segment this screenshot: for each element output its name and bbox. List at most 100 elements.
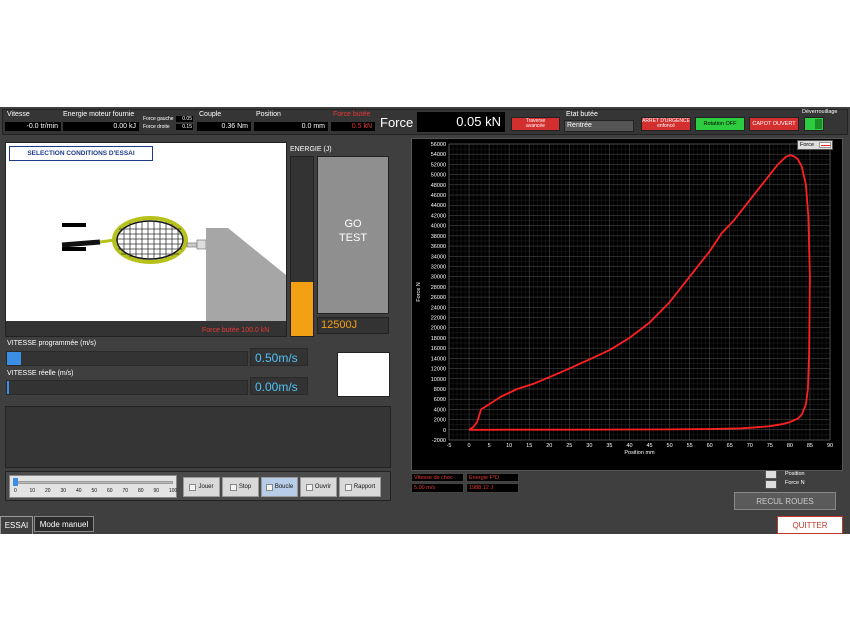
x-tick-label: 20 [546, 443, 552, 449]
x-tick-label: 15 [526, 443, 532, 449]
y-tick-label: 52000 [431, 162, 446, 168]
energie-gauge [290, 156, 314, 337]
slider-tick-label: 30 [60, 488, 67, 494]
status-indicator-box [337, 352, 390, 397]
recul-roues-button[interactable]: RECUL ROUES [734, 492, 836, 510]
x-tick-label: 10 [506, 443, 512, 449]
stop-button[interactable]: Stop [222, 477, 259, 497]
position-label: Position [256, 111, 281, 118]
go-test-line1: GO [344, 218, 362, 230]
deverrouillage-toggle[interactable] [804, 117, 824, 131]
x-tick-label: 30 [586, 443, 592, 449]
traverse-button[interactable]: Traverse avancée [511, 117, 560, 131]
x-tick-label: 0 [468, 443, 471, 449]
y-tick-label: 56000 [431, 142, 446, 148]
vitesse-prog-label: VITESSE programmée (m/s) [7, 340, 97, 347]
couple-value: 0.36 Nm [197, 122, 251, 131]
boucle-label: Boucle [274, 484, 294, 490]
slider-tick-label: 100 [169, 488, 178, 494]
x-axis-label: Position mm [624, 450, 655, 456]
traverse-line2: avancée [526, 123, 545, 129]
position-cursor-icon[interactable] [765, 470, 777, 479]
capot-indicator: CAPOT OUVERT [749, 117, 799, 131]
x-tick-label: 85 [807, 443, 813, 449]
force-label: Force [380, 115, 414, 130]
x-tick-label: 55 [687, 443, 693, 449]
etat-butee-value: Rentrée [564, 120, 634, 132]
chart-legend-force: Force [797, 140, 833, 150]
y-tick-label: 10000 [431, 377, 446, 383]
force-droite-value: 0.15 [176, 124, 193, 130]
tab-essai[interactable]: ESSAI [0, 516, 33, 534]
x-tick-label: 70 [747, 443, 753, 449]
force-cursor-icon[interactable] [765, 480, 777, 489]
boucle-button[interactable]: Boucle [261, 477, 298, 497]
vitesse-reelle-value: 0.00m/s [250, 377, 308, 395]
y-tick-label: 8000 [434, 387, 446, 393]
tab-mode-manuel[interactable]: Mode manuel [34, 516, 94, 532]
folder-icon [305, 483, 313, 491]
arret-urgence-line2: enfoncé [657, 123, 675, 129]
vitesse-prog-fill [7, 352, 22, 365]
energie-moteur-value: 0.00 kJ [63, 122, 139, 131]
x-tick-label: 25 [566, 443, 572, 449]
slider-tick-label: 10 [29, 488, 36, 494]
rotation-button[interactable]: Rotation OFF [695, 117, 745, 131]
legend-position-label: Position [785, 471, 805, 477]
message-area [5, 406, 391, 468]
ouvrir-button[interactable]: Ouvrir [300, 477, 337, 497]
x-tick-label: 60 [707, 443, 713, 449]
ouvrir-label: Ouvrir [314, 484, 332, 490]
deverrouillage-label: Déverrouillage [802, 109, 838, 115]
scene-caption: Force butée 100.0 kN [202, 327, 270, 334]
quitter-button[interactable]: QUITTER [777, 516, 843, 534]
vitesse-choc-value: 5.00 m/s [411, 483, 464, 493]
y-tick-label: 54000 [431, 152, 446, 158]
energie-value: 12500J [317, 317, 389, 334]
y-tick-label: 22000 [431, 316, 446, 322]
force-value: 0.05 kN [417, 112, 505, 132]
y-tick-label: -2000 [432, 438, 446, 444]
y-tick-label: 26000 [431, 295, 446, 301]
force-butee-value: 0.5 kN [331, 122, 375, 131]
y-tick-label: 20000 [431, 326, 446, 332]
racket-scene [6, 216, 286, 336]
go-test-line2: TEST [338, 232, 368, 244]
y-tick-label: 0 [443, 428, 446, 434]
y-tick-label: 36000 [431, 244, 446, 250]
vitesse-reelle-bar [6, 380, 248, 395]
y-tick-label: 50000 [431, 173, 446, 179]
force-gauche-value: 0.05 [176, 116, 193, 122]
y-tick-label: 14000 [431, 356, 446, 362]
y-tick-label: 48000 [431, 183, 446, 189]
report-icon [344, 483, 352, 491]
slider-tick-label: 90 [153, 488, 160, 494]
slider-tick-label: 20 [45, 488, 51, 494]
y-tick-label: 40000 [431, 224, 446, 230]
x-tick-label: 75 [767, 443, 773, 449]
vitesse-value: -0.0 tr/min [5, 122, 61, 131]
y-tick-label: 28000 [431, 285, 446, 291]
slider-tick-label: 60 [107, 488, 113, 494]
y-tick-label: 16000 [431, 346, 446, 352]
jouer-button[interactable]: Jouer [183, 477, 220, 497]
force-butee-label: Force butée [333, 111, 371, 118]
vitesse-prog-value[interactable]: 0.50m/s [250, 348, 308, 366]
rapport-button[interactable]: Rapport [339, 477, 381, 497]
x-tick-label: -5 [447, 443, 452, 449]
player-slider[interactable]: 0 10 20 30 40 50 60 70 80 90 100 [9, 475, 177, 498]
vitesse-label: Vitesse [7, 111, 30, 118]
slider-tick-label: 0 [14, 488, 17, 494]
rapport-label: Rapport [353, 484, 376, 490]
x-tick-label: 40 [626, 443, 632, 449]
stop-icon [229, 483, 237, 491]
y-tick-label: 32000 [431, 264, 446, 270]
vitesse-prog-slider[interactable] [6, 351, 248, 366]
y-tick-label: 2000 [434, 418, 446, 424]
x-tick-label: 5 [488, 443, 491, 449]
y-axis-label: Force N [416, 282, 422, 302]
go-test-button[interactable]: GO TEST [317, 156, 389, 314]
play-icon [189, 483, 197, 491]
y-tick-label: 12000 [431, 367, 446, 373]
force-gauche-label: Force gauche [143, 116, 174, 122]
